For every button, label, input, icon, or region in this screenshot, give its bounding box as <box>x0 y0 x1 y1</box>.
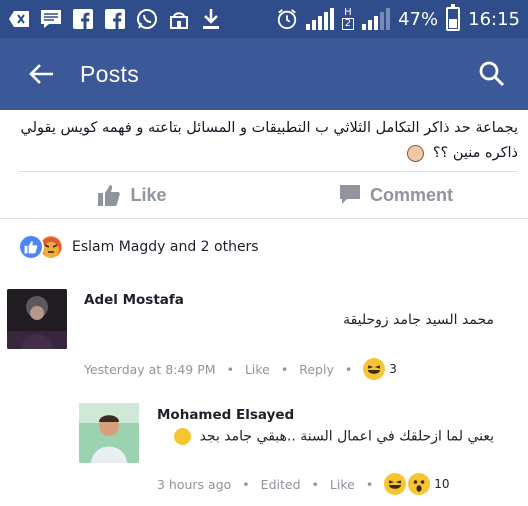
comment-meta: Yesterday at 8:49 PM • Like • Reply • 3 <box>84 358 397 380</box>
wow-reaction-icon[interactable] <box>408 473 431 495</box>
sim2-label: 2 <box>341 18 355 30</box>
signal-sim1-icon <box>305 8 334 30</box>
comment-like-link[interactable]: Like <box>330 477 355 492</box>
divider <box>0 218 528 219</box>
back-message-icon <box>8 8 30 30</box>
download-icon <box>200 8 222 30</box>
arrow-left-icon <box>29 64 53 84</box>
page-title: Posts <box>80 60 140 87</box>
comment-text-body: يعني لما ازحلقك في اعمال السنة ..هبقي جا… <box>199 428 494 445</box>
haha-reaction-icon[interactable] <box>384 473 407 495</box>
separator-dot: • <box>226 361 234 377</box>
status-bar: H 2 47% 16:15 <box>0 0 528 38</box>
post-text-line-1: يجماعة حد ذاكر التكامل الثلاثي ب التطبيق… <box>20 120 518 136</box>
separator-dot: • <box>311 476 319 492</box>
post-text-line-2: ذاكره منين ؟؟ <box>18 141 518 166</box>
avatar-adel-mostafa[interactable] <box>7 289 67 349</box>
signal-sim2-icon <box>362 8 391 30</box>
thumbs-up-icon <box>98 185 121 206</box>
whatsapp-icon <box>136 8 158 30</box>
facebook-icon-2 <box>104 8 126 30</box>
avatar-mohamed-elsayed[interactable] <box>79 403 139 463</box>
smiley-emoji-icon <box>174 428 192 445</box>
like-button[interactable]: Like <box>0 174 264 216</box>
comment-author-name[interactable]: Mohamed Elsayed <box>157 407 294 423</box>
separator-dot: • <box>280 361 289 377</box>
like-reaction-icon <box>18 234 44 260</box>
separator-dot: • <box>242 476 250 492</box>
post-text-line-2-text: ذاكره منين ؟؟ <box>432 145 518 161</box>
comment-reaction-count[interactable]: 3 <box>389 362 397 376</box>
search-button[interactable] <box>470 52 514 96</box>
comment-like-link[interactable]: Like <box>245 362 270 377</box>
reactions-summary[interactable]: Eslam Magdy and 2 others <box>18 234 259 260</box>
battery-percent: 47% <box>398 8 439 30</box>
network-type-icon: H 2 <box>341 7 355 30</box>
network-h-label: H <box>344 7 352 18</box>
comment-meta: 3 hours ago • Edited • Like • 10 <box>157 473 449 495</box>
app-bar: Posts <box>0 38 528 110</box>
reactions-summary-text: Eslam Magdy and 2 others <box>72 239 259 255</box>
comment-reply-link[interactable]: Reply <box>299 362 334 377</box>
comment-text: يعني لما ازحلقك في اعمال السنة ..هبقي جا… <box>154 428 494 445</box>
battery-icon <box>446 4 461 31</box>
separator-dot: • <box>365 476 374 492</box>
mosque-notification-icon <box>168 8 190 30</box>
back-button[interactable] <box>14 46 70 102</box>
post-body: يجماعة حد ذاكر التكامل الثلاثي ب التطبيق… <box>18 116 518 166</box>
comment-author-name[interactable]: Adel Mostafa <box>84 292 184 308</box>
facebook-icon <box>72 8 94 30</box>
comment-bubble-icon <box>339 185 360 204</box>
comment-reaction-count[interactable]: 10 <box>434 477 449 491</box>
separator-dot: • <box>344 361 353 377</box>
comment-edited-label[interactable]: Edited <box>261 477 301 492</box>
comment-label: Comment <box>369 184 453 205</box>
like-label: Like <box>130 184 167 205</box>
message-icon <box>40 8 62 30</box>
alarm-icon <box>276 8 298 30</box>
comment-timestamp: 3 hours ago <box>157 476 232 492</box>
comment-timestamp: Yesterday at 8:49 PM <box>84 361 216 377</box>
confused-face-emoji-icon <box>407 144 425 162</box>
divider <box>18 171 518 172</box>
clock: 16:15 <box>468 8 520 30</box>
haha-reaction-icon[interactable] <box>363 358 386 380</box>
post-actions: Like Comment <box>0 174 528 216</box>
comment-text: محمد السيد جامد زوحليقة <box>343 312 494 328</box>
comment-button[interactable]: Comment <box>264 174 528 216</box>
search-icon <box>479 61 505 87</box>
